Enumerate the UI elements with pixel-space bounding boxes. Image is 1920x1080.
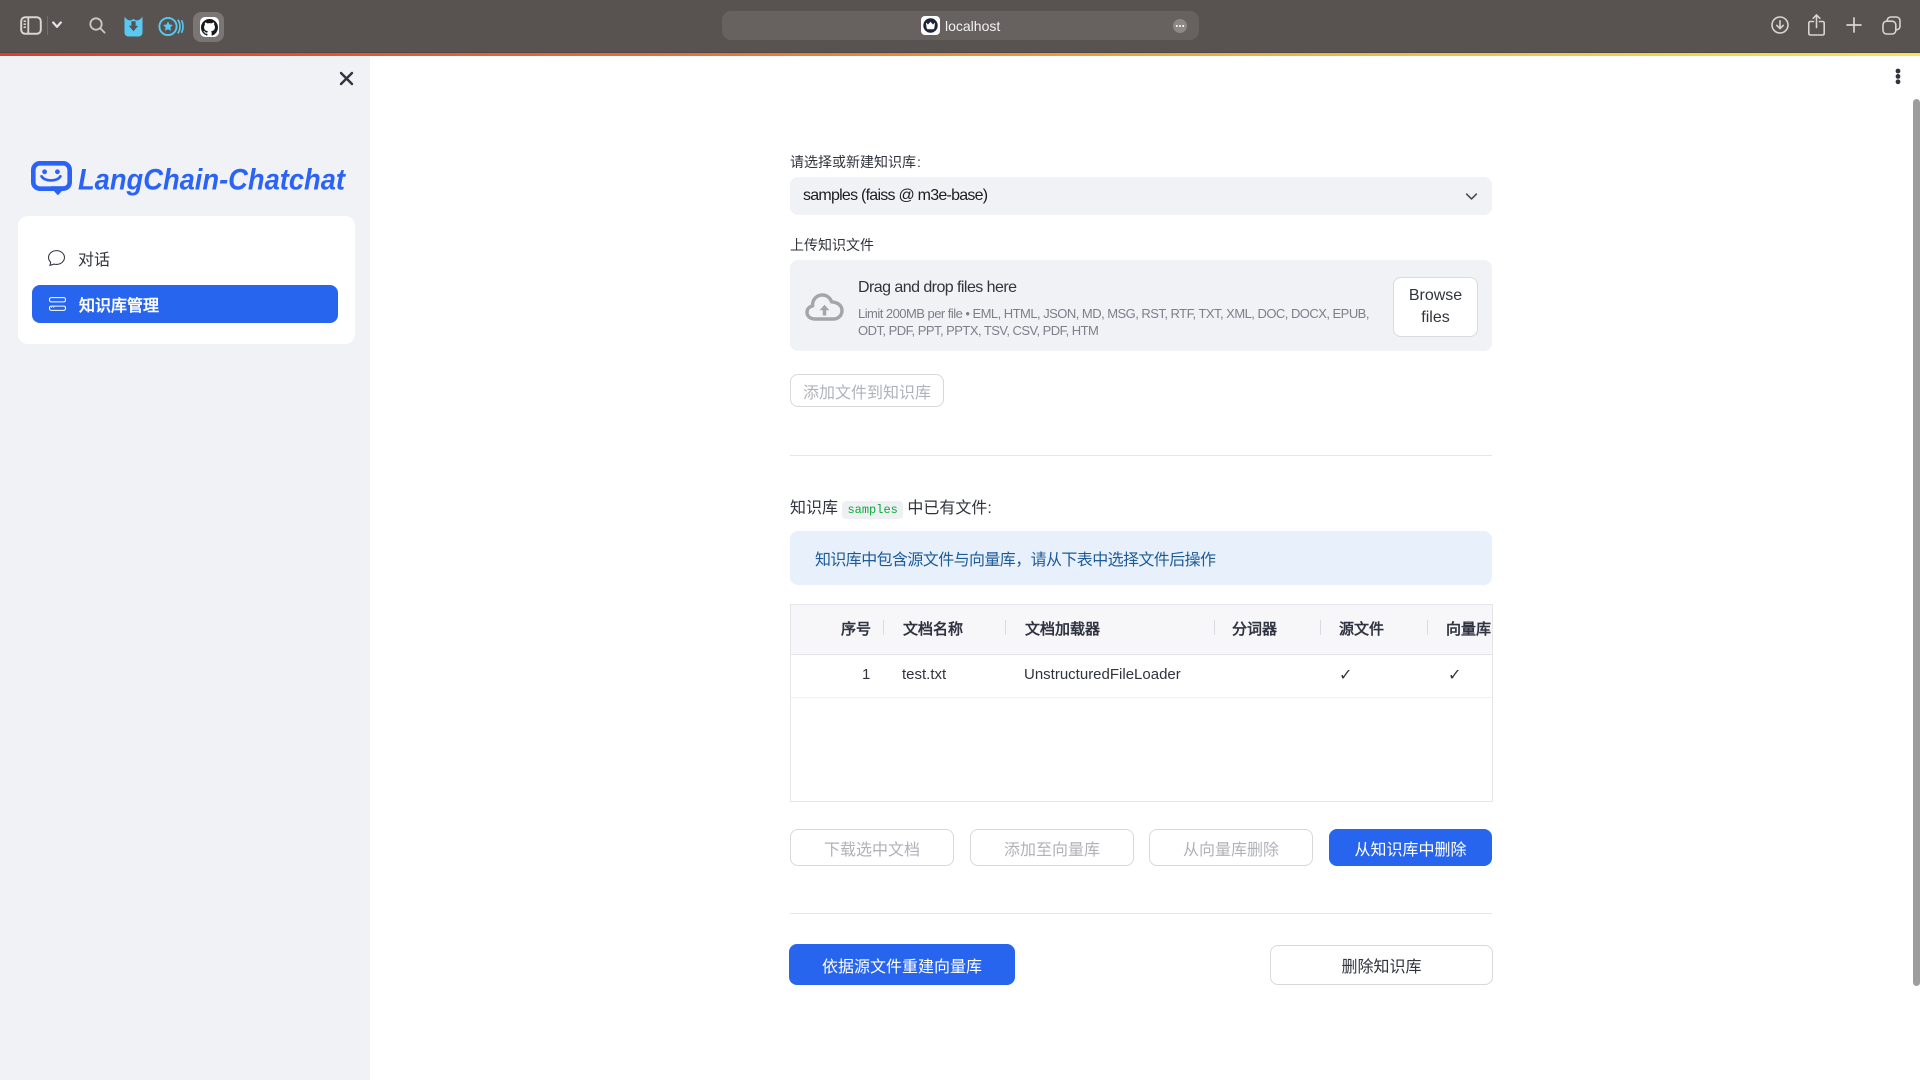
svg-text:LangChain-Chatchat: LangChain-Chatchat (78, 164, 347, 197)
